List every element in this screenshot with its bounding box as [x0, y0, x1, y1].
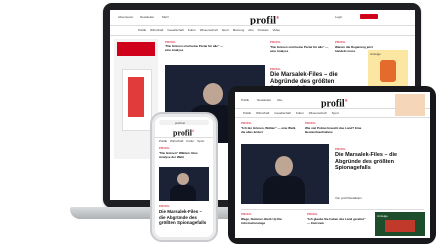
- phone-tag[interactable]: Kultur: [186, 139, 194, 143]
- phone-tag-bar: Politik Wirtschaft Kultur Sport: [159, 139, 204, 143]
- phone-tag[interactable]: Sport: [197, 139, 204, 143]
- tablet-content-divider: [241, 209, 424, 210]
- laptop-mid-label: PROFIL: [270, 40, 281, 44]
- ad-pack-icon: [128, 77, 144, 117]
- tablet-tag[interactable]: Gesellschaft: [274, 111, 291, 115]
- phone-tag[interactable]: Wirtschaft: [170, 139, 183, 143]
- tablet-byline: Von profil Redaktion: [335, 196, 362, 200]
- phone-hero-image[interactable]: [159, 167, 209, 201]
- laptop-right-ad[interactable]: Anzeige: [368, 50, 408, 86]
- person-head: [177, 173, 189, 185]
- ad-graphic: [385, 220, 415, 232]
- laptop-nav-3[interactable]: Mehr: [162, 15, 169, 19]
- tablet-headline[interactable]: Die Marsalek-Files – die Abgründe des gr…: [335, 152, 423, 172]
- phone-url: profil.at: [175, 120, 185, 125]
- tablet-screen: Politik Newsletter Abo profil® Politik W…: [235, 92, 430, 238]
- laptop-tag[interactable]: Kultur: [188, 28, 196, 33]
- tablet-tag[interactable]: Kultur: [296, 111, 304, 115]
- phone-header-divider: [155, 137, 213, 138]
- laptop-tag[interactable]: Wissenschaft: [200, 28, 218, 33]
- laptop-tag[interactable]: Meinung: [233, 28, 245, 33]
- ad-image: [395, 94, 425, 116]
- tablet-bottom-ad[interactable]: Anzeige: [375, 212, 425, 236]
- laptop-abo-button[interactable]: [360, 14, 378, 19]
- laptop-tag-divider: [110, 35, 415, 36]
- tablet-left-headline[interactable]: "Ich bin Grünen, Wähler" — eine Wahl, di…: [241, 126, 301, 134]
- laptop-side-headline[interactable]: "Die Grünen sind keine Partei für alle" …: [165, 44, 225, 52]
- laptop-tag[interactable]: Abo: [248, 28, 253, 33]
- tablet-bottom-right-headline[interactable]: "Ich glaube Sie haben das Land gerettet"…: [307, 217, 367, 225]
- tablet-hero-image[interactable]: [241, 144, 329, 204]
- laptop-tag[interactable]: Sport: [222, 28, 229, 33]
- tablet-tag[interactable]: Politik: [243, 111, 251, 115]
- tablet-tag-divider: [235, 117, 430, 118]
- phone-top-headline[interactable]: "Die Grünen" Wählen: Eine Analyse der Wa…: [159, 151, 209, 159]
- tablet-nav-3[interactable]: Abo: [277, 98, 282, 102]
- laptop-nav-2[interactable]: Newsletter: [140, 15, 154, 19]
- tablet-bottom-mid-label: PROFIL: [307, 212, 318, 216]
- laptop-tag[interactable]: Podcast: [258, 28, 269, 33]
- phone-hero-label: PROFIL: [159, 204, 170, 208]
- laptop-nav-1[interactable]: Abonnieren: [118, 15, 133, 19]
- laptop-mid-headline[interactable]: "Die Grünen sind keine Partei für alle" …: [270, 45, 330, 53]
- phone-headline[interactable]: Die Marsalek-Files – die Abgründe des gr…: [159, 209, 209, 226]
- laptop-tag[interactable]: Politik: [138, 28, 146, 33]
- laptop-header-divider: [110, 25, 415, 26]
- laptop-tag[interactable]: Wirtschaft: [150, 28, 163, 33]
- ad-figure: [380, 60, 396, 82]
- tablet-left-label: PROFIL: [241, 121, 252, 125]
- tablet-bottom-left-headline[interactable]: Wege, Nummer, Bleib Up Die Informationsl…: [241, 217, 301, 225]
- person-body: [263, 176, 305, 204]
- tablet-right-ad[interactable]: [395, 94, 425, 116]
- phone-address-bar[interactable]: profil.at: [159, 120, 209, 125]
- phone-top-label: PROFIL: [159, 146, 170, 150]
- tablet-nav-1[interactable]: Politik: [241, 98, 249, 102]
- tablet-mid-label: PROFIL: [305, 121, 316, 125]
- tablet-tag[interactable]: Wirtschaft: [256, 111, 269, 115]
- laptop-tag[interactable]: Gesellschaft: [167, 28, 184, 33]
- person-head: [203, 83, 223, 105]
- laptop-login[interactable]: Login: [335, 15, 342, 19]
- person-body: [170, 185, 196, 201]
- laptop-tag-bar: Politik Wirtschaft Gesellschaft Kultur W…: [138, 28, 378, 33]
- tablet-tag[interactable]: Wissenschaft: [309, 111, 327, 115]
- ad-banner: [117, 42, 155, 56]
- tablet-mid-headline[interactable]: Wie viel Polizei braucht das Land? Eine …: [305, 126, 365, 134]
- tablet-tag[interactable]: Sport: [332, 111, 339, 115]
- phone-tag[interactable]: Politik: [159, 139, 167, 143]
- tablet-hero-label: PROFIL: [335, 147, 346, 151]
- laptop-tag[interactable]: Video: [272, 28, 280, 33]
- laptop-hero-label: PROFIL: [270, 67, 281, 71]
- tablet-tag-bar: Politik Wirtschaft Gesellschaft Kultur W…: [243, 111, 339, 115]
- laptop-right-label: PROFIL: [335, 40, 346, 44]
- tablet-bottom-left-label: PROFIL: [241, 212, 252, 216]
- person-head: [275, 156, 293, 176]
- ad-label: Anzeige: [370, 52, 381, 56]
- ad-label: Anzeige: [377, 214, 388, 218]
- phone-screen: profil.at profil® Politik Wirtschaft Kul…: [155, 117, 213, 237]
- tablet-nav-2[interactable]: Newsletter: [257, 98, 271, 102]
